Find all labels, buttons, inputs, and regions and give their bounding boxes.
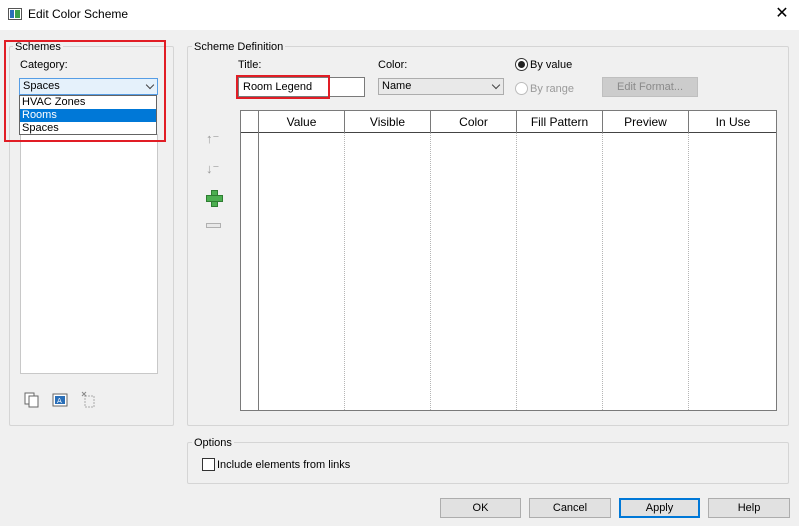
scheme-table[interactable]: Value Visible Color Fill Pattern Preview…: [240, 110, 777, 411]
options-group-label: Options: [192, 437, 234, 449]
category-select[interactable]: Spaces: [19, 78, 158, 95]
delete-icon[interactable]: [80, 391, 96, 408]
close-button[interactable]: ✕: [765, 0, 799, 30]
app-icon: [8, 8, 22, 20]
by-range-radio[interactable]: [515, 82, 528, 95]
window-title: Edit Color Scheme: [28, 7, 129, 21]
include-links-checkbox[interactable]: [202, 458, 215, 471]
column-header-in-use[interactable]: In Use: [688, 111, 777, 133]
column-header-value[interactable]: Value: [258, 111, 344, 133]
by-range-label: By range: [530, 83, 575, 95]
title-input[interactable]: Room Legend: [238, 77, 365, 97]
column-header-preview[interactable]: Preview: [602, 111, 688, 133]
edit-format-button[interactable]: Edit Format...: [602, 77, 698, 97]
column-divider: [344, 133, 345, 410]
schemes-list-item[interactable]: [26, 136, 74, 142]
plus-icon[interactable]: [206, 190, 223, 207]
schemes-group-label: Schemes: [13, 41, 63, 53]
category-option-hvac-zones[interactable]: HVAC Zones: [20, 96, 156, 109]
help-button[interactable]: Help: [708, 498, 790, 518]
category-option-rooms[interactable]: Rooms: [20, 109, 156, 122]
column-header-color[interactable]: Color: [430, 111, 516, 133]
cancel-button[interactable]: Cancel: [529, 498, 611, 518]
svg-text:A: A: [57, 397, 62, 405]
rename-icon[interactable]: A: [52, 392, 68, 408]
arrow-up-icon[interactable]: ↑⁻: [206, 131, 219, 147]
column-divider: [516, 133, 517, 410]
duplicate-icon[interactable]: [24, 392, 40, 408]
column-divider: [602, 133, 603, 410]
column-header-visible[interactable]: Visible: [344, 111, 430, 133]
column-divider: [688, 133, 689, 410]
column-divider: [430, 133, 431, 410]
apply-button[interactable]: Apply: [619, 498, 700, 518]
include-links-label: Include elements from links: [217, 459, 351, 471]
color-select-value: Name: [382, 80, 412, 92]
schemes-list[interactable]: [20, 134, 158, 374]
table-header: Value Visible Color Fill Pattern Preview…: [241, 111, 776, 133]
category-dropdown-list[interactable]: HVAC Zones Rooms Spaces: [19, 95, 157, 135]
scheme-definition-group-label: Scheme Definition: [192, 41, 286, 53]
arrow-down-icon[interactable]: ↓⁻: [206, 161, 219, 177]
ok-button[interactable]: OK: [440, 498, 521, 518]
by-value-label: By value: [530, 59, 573, 71]
row-header-corner: [241, 111, 258, 133]
title-bar: Edit Color Scheme ✕: [0, 0, 799, 30]
column-divider: [258, 133, 259, 410]
by-value-radio[interactable]: [515, 58, 528, 71]
chevron-down-icon: [491, 80, 501, 90]
category-option-spaces[interactable]: Spaces: [20, 122, 156, 135]
color-select[interactable]: Name: [378, 78, 504, 95]
minus-icon[interactable]: [206, 223, 221, 228]
title-label: Title:: [238, 59, 262, 71]
column-header-fill-pattern[interactable]: Fill Pattern: [516, 111, 602, 133]
chevron-down-icon: [145, 80, 155, 90]
color-label: Color:: [378, 59, 408, 71]
category-label: Category:: [20, 59, 68, 71]
category-select-value: Spaces: [23, 80, 60, 92]
